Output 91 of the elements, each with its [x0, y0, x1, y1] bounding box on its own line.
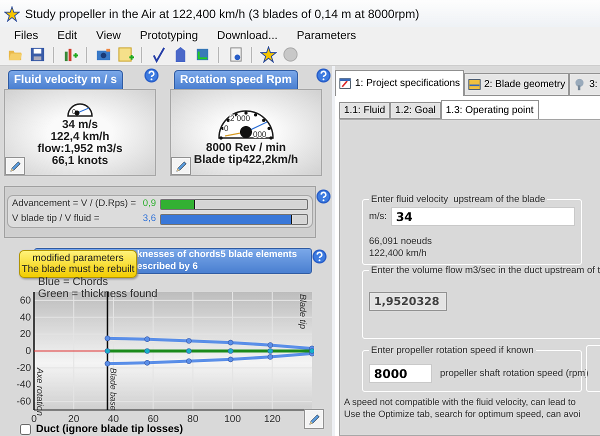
gauge-title: Rotation speed Rpm	[174, 70, 298, 89]
data-point	[104, 336, 110, 342]
data-point	[228, 356, 234, 362]
star-button[interactable]	[259, 46, 277, 64]
reference-line-label: Blade base	[108, 368, 118, 410]
menu-item[interactable]: View	[96, 30, 121, 42]
sub-tab[interactable]: 1.2: Goal	[390, 102, 441, 119]
menu-item[interactable]: Edit	[57, 30, 78, 42]
legend-text: Blue = Chords	[38, 276, 110, 288]
edit-button[interactable]	[304, 409, 324, 429]
gauge-reading: Blade tip422,2km/h	[194, 154, 298, 166]
tab[interactable]: 1: Project specifications	[335, 70, 464, 96]
tab-icon	[573, 78, 586, 91]
x-tick-label: 60	[148, 414, 159, 424]
tab[interactable]: 2: Blade geometry	[464, 73, 570, 96]
help-icon[interactable]	[316, 189, 331, 204]
duct-checkbox[interactable]	[20, 424, 31, 434]
pencil-icon	[308, 412, 320, 426]
y-tick-label: -20	[16, 362, 31, 374]
sub-tab[interactable]: 1.3: Operating point	[440, 100, 539, 119]
data-point	[228, 348, 234, 354]
rotation-speed-field[interactable]: 8000	[369, 364, 432, 383]
ratio-label: V blade tip / V fluid =	[12, 213, 100, 225]
data-point	[186, 358, 192, 364]
save-icon	[28, 46, 46, 63]
ratio-label: Advancement = V / (D.Rps) =	[12, 198, 138, 210]
tab-icon	[468, 78, 482, 91]
chart-title: escribed by 6	[137, 261, 199, 273]
edit-button[interactable]	[5, 157, 25, 175]
notice-text: The blade must be rebuilt	[22, 264, 134, 275]
data-point	[104, 360, 110, 366]
annotation-label: Blade tip	[298, 294, 308, 330]
menu-item[interactable]: Parameters	[296, 30, 356, 42]
group-title: Enter fluid velocity upstream of the blade	[370, 194, 546, 205]
ratio-value: 3,6	[142, 213, 156, 225]
y-tick-label: -60	[16, 396, 31, 408]
gauge-title: Fluid velocity m / s	[8, 70, 123, 89]
annotation-label: Axe rotation	[35, 368, 45, 416]
x-tick-label: 40	[108, 414, 119, 424]
help-icon[interactable]	[144, 68, 159, 83]
menu-item[interactable]: Prototyping	[140, 30, 198, 42]
gauge-reading: flow:1,952 m3/s	[37, 142, 122, 154]
star-icon	[260, 46, 276, 63]
save-button[interactable]	[28, 46, 46, 64]
data-point	[186, 348, 192, 354]
data-point	[144, 348, 150, 354]
checkbox-label: Duct (ignore blade tip losses)	[36, 423, 184, 435]
y-tick-label: 60	[20, 295, 31, 306]
gauge-reading: 66,1 knots	[52, 154, 108, 166]
data-point	[186, 338, 192, 344]
pencil-icon	[174, 160, 188, 172]
conversion-text: 122,400 km/h	[369, 248, 428, 260]
gauge-reading: 8000 Rev / min	[206, 142, 286, 154]
tab-icon	[339, 77, 352, 90]
group-title: Enter the volume flow m3/sec in the duct upstream of t	[370, 265, 600, 276]
camera-icon	[94, 46, 112, 63]
tab[interactable]: 3:	[569, 73, 600, 96]
data-point	[144, 336, 150, 342]
menu-item[interactable]: Download...	[217, 30, 278, 42]
data-point	[144, 360, 150, 366]
gauge-reading: 122,4 km/h	[50, 130, 110, 142]
gauge-reading: 34 m/s	[62, 118, 98, 130]
note-text: A speed not compatible with the fluid velocity, can lead to	[344, 396, 577, 408]
window-title: Study propeller in the Air at 122,400 km/h (3 blades of 0,14 m at 8000rpm)	[25, 6, 420, 20]
menu-item[interactable]: Files	[14, 30, 38, 42]
sub-tab[interactable]: 1.1: Fluid	[339, 102, 390, 119]
data-point	[228, 340, 234, 346]
group-title: Enter propeller rotation speed if known	[370, 345, 535, 356]
y-tick-label: 0	[25, 346, 31, 357]
y-tick-label: 40	[20, 312, 31, 324]
help-icon[interactable]	[316, 68, 331, 83]
app-star-icon	[4, 6, 20, 22]
x-tick-label: 80	[187, 414, 198, 424]
y-tick-label: 20	[20, 329, 31, 340]
chart-title: knesses of chords5 blade elements	[137, 249, 298, 261]
x-tick-label: 100	[224, 414, 241, 424]
velocity-field[interactable]: 34	[390, 207, 575, 226]
y-tick-label: -40	[16, 380, 31, 391]
x-tick-label: 120	[264, 414, 281, 424]
notice-text: modified parameters	[32, 253, 124, 264]
ratio-value: 0,9	[142, 198, 156, 210]
note-text: Use the Optimize tab, search for optimum speed, can avoi	[344, 408, 582, 420]
pencil-icon	[8, 160, 22, 172]
note-add-icon	[116, 46, 134, 63]
data-point	[104, 348, 110, 354]
conversion-text: 66,091 noeuds	[369, 236, 433, 248]
x-tick-label: 20	[68, 414, 80, 424]
help-icon[interactable]	[312, 249, 327, 264]
x-tick-label: 0	[31, 414, 37, 424]
unit-label: m/s:	[369, 210, 387, 222]
edit-button[interactable]	[171, 157, 191, 175]
